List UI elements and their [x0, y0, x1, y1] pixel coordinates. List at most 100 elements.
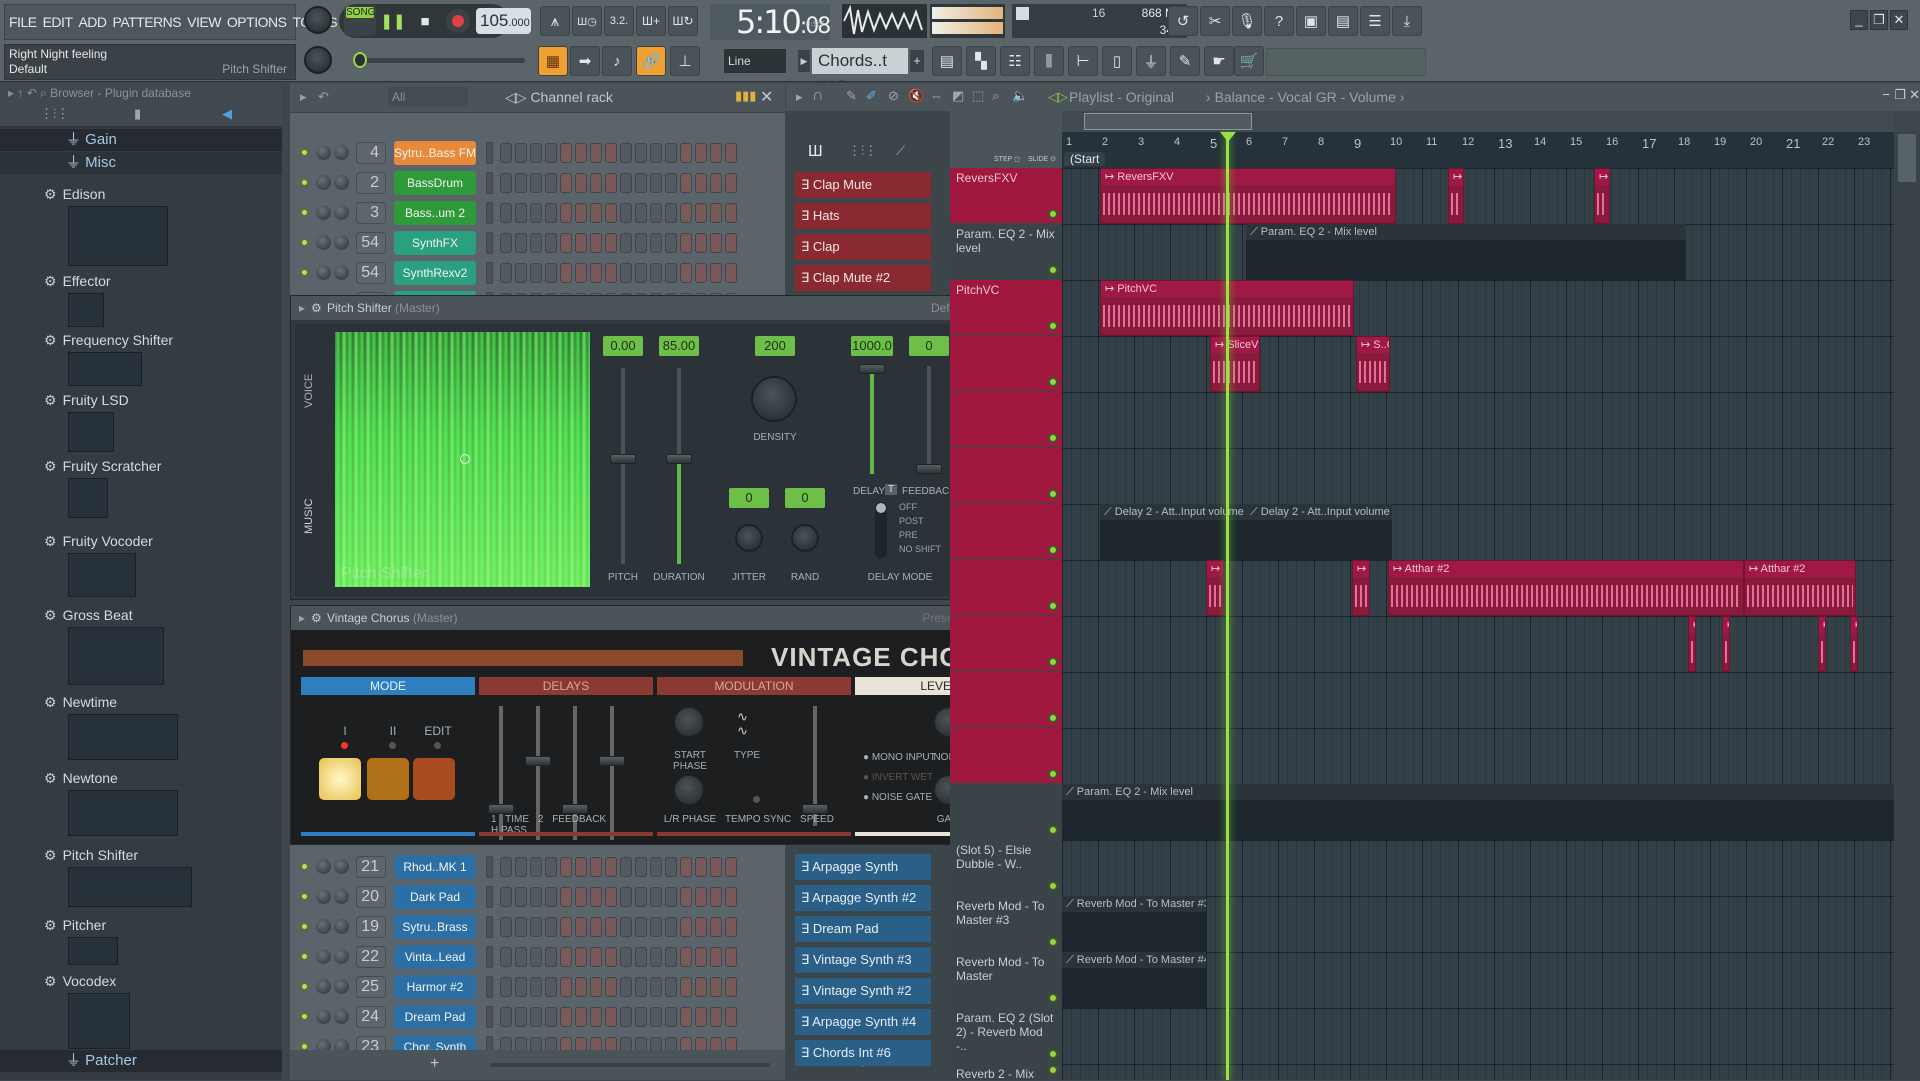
gear-icon[interactable]: ⚙: [311, 296, 322, 320]
delay-slider-handle[interactable]: [859, 364, 885, 374]
plugin-thumbnail[interactable]: [68, 206, 168, 266]
step-button[interactable]: [575, 233, 587, 253]
channel-volume-knob[interactable]: [334, 979, 349, 994]
step-button[interactable]: [575, 263, 587, 283]
record-button[interactable]: [446, 9, 470, 33]
step-button[interactable]: [515, 947, 527, 967]
step-button[interactable]: [650, 203, 662, 223]
channel-select[interactable]: [486, 1006, 493, 1028]
pitch-value[interactable]: 0.00: [603, 336, 643, 356]
magnet-icon[interactable]: ∩: [812, 87, 824, 105]
step-button[interactable]: [650, 263, 662, 283]
channel-mixer-track[interactable]: 24: [356, 1006, 386, 1028]
step-button[interactable]: [665, 887, 677, 907]
step-button[interactable]: [515, 857, 527, 877]
channel-volume-knob[interactable]: [334, 175, 349, 190]
arrow-tool-button[interactable]: ➡: [570, 46, 600, 76]
channel-pan-knob[interactable]: [316, 889, 331, 904]
step-button[interactable]: [710, 143, 722, 163]
pattern-item[interactable]: ∃ Hats: [795, 203, 931, 229]
cut-tool-button[interactable]: ✂: [1200, 6, 1230, 36]
track-enable-led[interactable]: [1048, 657, 1058, 667]
step-button[interactable]: [650, 143, 662, 163]
step-button[interactable]: [680, 143, 692, 163]
step-toggle[interactable]: STEP ◻: [994, 155, 1020, 163]
step-button[interactable]: [680, 917, 692, 937]
audio-clip[interactable]: ↦: [1818, 616, 1826, 672]
channel-volume-knob[interactable]: [334, 1039, 349, 1050]
channel-mixer-track[interactable]: 4: [356, 142, 386, 164]
step-button[interactable]: [545, 1007, 557, 1027]
step-button[interactable]: [575, 947, 587, 967]
stamp-button[interactable]: ⊥: [670, 46, 700, 76]
restore-button[interactable]: ❐: [1870, 10, 1888, 30]
jitter-value[interactable]: 0: [729, 488, 769, 508]
time1-handle[interactable]: [488, 804, 514, 814]
step-seq-button[interactable]: ▚: [966, 46, 996, 76]
bar-number[interactable]: 16: [1606, 136, 1618, 148]
channel-select[interactable]: [486, 976, 493, 998]
bar-number[interactable]: 23: [1858, 136, 1870, 148]
density-knob[interactable]: [751, 376, 797, 422]
channel-mixer-track[interactable]: 3: [356, 202, 386, 224]
step-button[interactable]: [650, 173, 662, 193]
step-button[interactable]: [575, 143, 587, 163]
audio-clip[interactable]: ↦ S..C: [1356, 336, 1390, 392]
channel-name-button[interactable]: Dream Pad: [394, 1005, 476, 1029]
feedback-handle[interactable]: [562, 804, 588, 814]
step-button[interactable]: [500, 1037, 512, 1050]
pattern-item[interactable]: ∃ Vintage Synth #3: [795, 947, 931, 973]
menu-edit[interactable]: EDIT: [43, 14, 73, 30]
plugin-item[interactable]: ⚙ Fruity Scratcher: [44, 458, 161, 475]
channel-mixer-track[interactable]: 20: [356, 886, 386, 908]
plugin-item[interactable]: ⚙ Newtone: [44, 770, 118, 787]
step-button[interactable]: [530, 173, 542, 193]
track-enable-led[interactable]: [1048, 769, 1058, 779]
channel-name-button[interactable]: BassDrum: [394, 171, 476, 195]
playlist-overview[interactable]: [1062, 111, 1894, 132]
channel-volume-knob[interactable]: [334, 889, 349, 904]
delay-mode-option[interactable]: PRE: [899, 528, 941, 542]
plugin-item[interactable]: ⚙ Pitch Shifter: [44, 847, 138, 864]
track-enable-led[interactable]: [1048, 937, 1058, 947]
menu-add[interactable]: ADD: [78, 14, 107, 30]
bar-number[interactable]: 19: [1714, 136, 1726, 148]
metronome-button[interactable]: ⩚: [540, 6, 570, 36]
undo-icon[interactable]: ↶: [318, 89, 329, 105]
step-button[interactable]: [605, 263, 617, 283]
step-button[interactable]: [560, 203, 572, 223]
bar-number[interactable]: 22: [1822, 136, 1834, 148]
track-enable-led[interactable]: [1048, 265, 1058, 275]
vintage-chorus-titlebar[interactable]: ▸ ⚙ Vintage Chorus (Master) Presets ◀▶ −…: [291, 606, 1039, 630]
audio-clip[interactable]: ↦: [1722, 616, 1730, 672]
step-button[interactable]: [620, 887, 632, 907]
music-tab[interactable]: MUSIC: [303, 499, 315, 534]
step-button[interactable]: [500, 857, 512, 877]
step-button[interactable]: [680, 947, 692, 967]
step-button[interactable]: [545, 263, 557, 283]
save-button[interactable]: ▣: [1296, 6, 1326, 36]
pitch-slider[interactable]: [621, 368, 625, 564]
step-button[interactable]: [575, 857, 587, 877]
audio-clip[interactable]: ↦ ReversFXV: [1100, 168, 1396, 224]
track-enable-led[interactable]: [1048, 545, 1058, 555]
step-button[interactable]: [590, 887, 602, 907]
step-button[interactable]: [605, 143, 617, 163]
step-button[interactable]: [560, 977, 572, 997]
step-button[interactable]: [605, 1037, 617, 1050]
bar-number[interactable]: 10: [1390, 136, 1402, 148]
slide-toggle[interactable]: SLIDE ⊙: [1028, 155, 1056, 163]
audio-clip[interactable]: ↦: [1206, 560, 1224, 616]
track-header[interactable]: [950, 728, 1062, 783]
loop-record-button[interactable]: Ш↻: [668, 6, 698, 36]
track-header[interactable]: [950, 392, 1062, 447]
track-enable-led[interactable]: [1048, 377, 1058, 387]
jitter-knob[interactable]: [735, 524, 763, 552]
bar-number[interactable]: 7: [1282, 136, 1288, 148]
channel-name-button[interactable]: Sytru..Bass FM: [394, 141, 476, 165]
plugin-db-button[interactable]: ⏚: [1136, 46, 1166, 76]
browser-nav-icons[interactable]: ▸ ↑ ↶ ⌕: [8, 86, 50, 100]
menu-view[interactable]: VIEW: [187, 14, 221, 30]
delay-mode-option[interactable]: OFF: [899, 500, 941, 514]
channel-pan-knob[interactable]: [316, 235, 331, 250]
